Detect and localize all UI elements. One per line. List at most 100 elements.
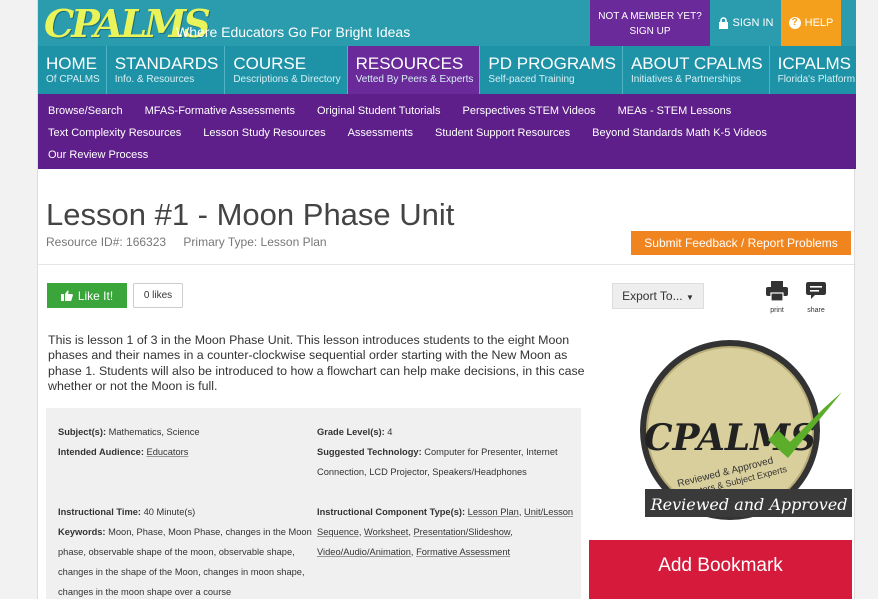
- primary-type: Primary Type: Lesson Plan: [183, 235, 327, 249]
- time-row: Instructional Time: 40 Minute(s): [58, 502, 313, 522]
- time-label: Instructional Time:: [58, 507, 141, 517]
- subnav-link[interactable]: Perspectives STEM Videos: [462, 100, 595, 122]
- nav-subtitle: Vetted By Peers & Experts: [355, 74, 474, 85]
- nav-title: STANDARDS: [114, 54, 219, 73]
- badge-banner: Reviewed and Approved: [650, 495, 848, 514]
- subjects-row: Subject(s): Mathematics, Science: [58, 422, 313, 442]
- nav-pd-programs[interactable]: PD PROGRAMS Self-paced Training: [480, 46, 623, 94]
- resource-header: Lesson #1 - Moon Phase Unit Resource ID#…: [38, 169, 856, 265]
- component-link[interactable]: Video/Audio/Animation: [317, 547, 411, 557]
- keywords-label: Keywords:: [58, 527, 106, 537]
- like-button[interactable]: Like It!: [47, 283, 127, 308]
- time-value: 40 Minute(s): [143, 507, 196, 517]
- subnav-link[interactable]: Text Complexity Resources: [48, 122, 181, 144]
- grade-label: Grade Level(s):: [317, 427, 385, 437]
- subnav-link[interactable]: MFAS-Formative Assessments: [145, 100, 295, 122]
- component-link[interactable]: Worksheet: [364, 527, 408, 537]
- subnav-link[interactable]: Lesson Study Resources: [203, 122, 325, 144]
- resource-details: Subject(s): Mathematics, Science Intende…: [46, 408, 581, 599]
- subnav-link[interactable]: Beyond Standards Math K-5 Videos: [592, 122, 767, 144]
- help-button[interactable]: ? HELP: [781, 0, 841, 46]
- keywords-value: Moon, Phase, Moon Phase, changes in the …: [58, 527, 312, 597]
- subnav-link[interactable]: Student Support Resources: [435, 122, 570, 144]
- nav-title: ABOUT CPALMS: [630, 54, 763, 73]
- share-label: share: [807, 307, 825, 314]
- subnav-link[interactable]: Original Student Tutorials: [317, 100, 441, 122]
- nav-title: RESOURCES: [355, 54, 464, 73]
- share-button[interactable]: share: [802, 281, 830, 314]
- component-link[interactable]: Presentation/Slideshow: [413, 527, 510, 537]
- signup-button[interactable]: NOT A MEMBER YET? SIGN UP: [590, 0, 710, 46]
- subnav-link[interactable]: Assessments: [348, 122, 413, 144]
- nav-subtitle: Info. & Resources: [114, 74, 195, 85]
- main-nav: HOME Of CPALMS STANDARDS Info. & Resources…: [38, 46, 856, 94]
- grade-row: Grade Level(s): 4: [317, 422, 577, 442]
- nav-subtitle: Self-paced Training: [488, 74, 575, 85]
- page-title: Lesson #1 - Moon Phase Unit: [46, 197, 455, 232]
- not-member-label: NOT A MEMBER YET?: [598, 11, 702, 22]
- speech-bubble-icon: [806, 282, 826, 299]
- sign-up-label: SIGN UP: [629, 26, 671, 37]
- help-icon: ?: [788, 17, 801, 29]
- lock-icon: [718, 17, 728, 29]
- sign-in-button[interactable]: SIGN IN: [710, 0, 781, 46]
- nav-subtitle: Of CPALMS: [46, 74, 100, 85]
- subnav-row: Browse/Search MFAS-Formative Assessments…: [48, 100, 856, 122]
- components-row: Instructional Component Type(s): Lesson …: [317, 507, 574, 557]
- resources-subnav: Browse/Search MFAS-Formative Assessments…: [38, 94, 856, 169]
- subjects-value: Mathematics, Science: [108, 427, 200, 437]
- resource-meta: Resource ID#: 166323 Primary Type: Lesso…: [46, 235, 341, 249]
- page-container: CPALMS Where Educators Go For Bright Ide…: [37, 0, 856, 599]
- resource-description: This is lesson 1 of 3 in the Moon Phase …: [48, 333, 585, 394]
- component-link[interactable]: Formative Assessment: [416, 547, 510, 557]
- add-bookmark-button[interactable]: Add Bookmark: [589, 540, 852, 599]
- likes-count: 0 likes: [133, 283, 183, 308]
- thumbs-up-icon: [60, 290, 73, 301]
- nav-about[interactable]: ABOUT CPALMS Initiatives & Partnerships: [623, 46, 770, 94]
- subnav-link[interactable]: MEAs - STEM Lessons: [618, 100, 732, 122]
- audience-link[interactable]: Educators: [147, 447, 189, 457]
- details-left: Subject(s): Mathematics, Science Intende…: [58, 422, 313, 599]
- nav-title: HOME: [46, 54, 97, 73]
- component-link[interactable]: Lesson Plan: [468, 507, 519, 517]
- nav-home[interactable]: HOME Of CPALMS: [38, 46, 107, 94]
- audience-label: Intended Audience:: [58, 447, 144, 457]
- subnav-row: Text Complexity Resources Lesson Study R…: [48, 122, 856, 144]
- nav-title: ICPALMS: [777, 54, 851, 73]
- nav-subtitle: Florida's Platform: [777, 74, 856, 85]
- print-label: print: [770, 307, 784, 314]
- resource-id: Resource ID#: 166323: [46, 235, 167, 249]
- nav-title: COURSE: [233, 54, 307, 73]
- nav-resources[interactable]: RESOURCES Vetted By Peers & Experts: [347, 46, 481, 94]
- feedback-button[interactable]: Submit Feedback / Report Problems: [631, 231, 851, 255]
- tech-row: Suggested Technology: Computer for Prese…: [317, 442, 577, 482]
- sign-in-label: SIGN IN: [732, 17, 774, 29]
- details-right: Grade Level(s): 4 Suggested Technology: …: [317, 422, 577, 562]
- tech-label: Suggested Technology:: [317, 447, 422, 457]
- nav-subtitle: Descriptions & Directory: [233, 74, 341, 85]
- printer-icon: [766, 281, 788, 302]
- subjects-label: Subject(s):: [58, 427, 107, 437]
- subnav-link[interactable]: Our Review Process: [48, 144, 148, 166]
- export-label: Export To...: [622, 289, 683, 303]
- nav-title: PD PROGRAMS: [488, 54, 616, 73]
- grade-value: 4: [387, 427, 393, 437]
- top-header: CPALMS Where Educators Go For Bright Ide…: [38, 0, 856, 46]
- help-label: HELP: [804, 17, 834, 29]
- reviewed-approved-badge: CPALMS Reviewed & Approved by Educators …: [640, 340, 852, 520]
- nav-course[interactable]: COURSE Descriptions & Directory: [225, 46, 348, 94]
- nav-icpalms[interactable]: ICPALMS Florida's Platform: [770, 46, 862, 94]
- subnav-row: Our Review Process: [48, 144, 856, 166]
- audience-row: Intended Audience: Educators: [58, 442, 313, 462]
- export-dropdown[interactable]: Export To... ▼: [612, 283, 704, 309]
- keywords-row: Keywords: Moon, Phase, Moon Phase, chang…: [58, 522, 313, 599]
- caret-down-icon: ▼: [685, 293, 694, 302]
- print-button[interactable]: print: [763, 281, 791, 314]
- tagline: Where Educators Go For Bright Ideas: [176, 24, 411, 40]
- like-label: Like It!: [77, 288, 114, 303]
- nav-standards[interactable]: STANDARDS Info. & Resources: [107, 46, 226, 94]
- components-label: Instructional Component Type(s):: [317, 507, 466, 517]
- subnav-link[interactable]: Browse/Search: [48, 100, 123, 122]
